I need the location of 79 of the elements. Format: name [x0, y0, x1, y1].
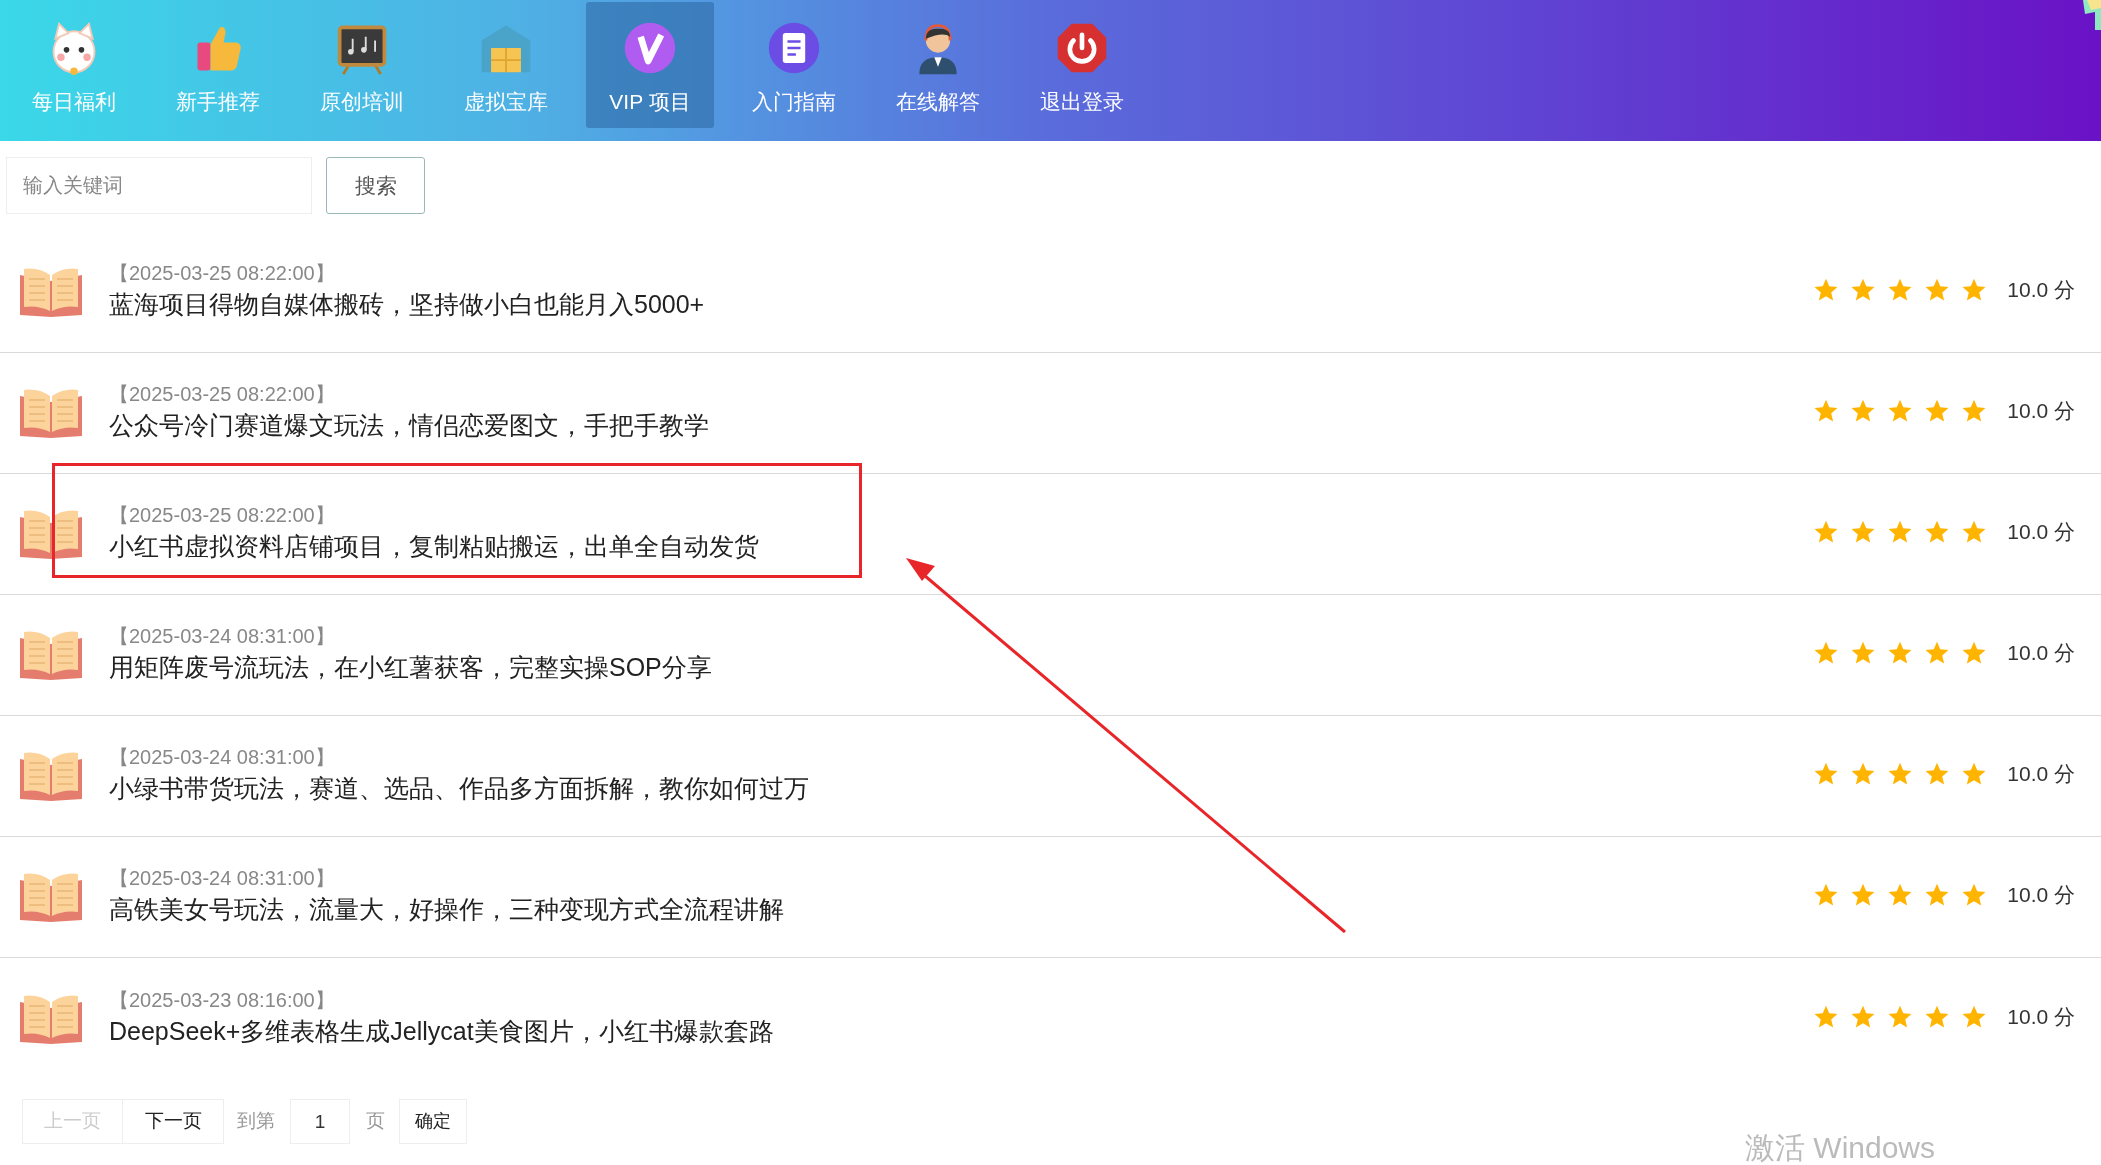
star-icon	[1924, 398, 1951, 424]
article-date: 【2025-03-24 08:31:00】	[109, 624, 336, 649]
article-row[interactable]: 【2025-03-25 08:22:00】 蓝海项目得物自媒体搬砖，坚持做小白也能月入5000+ 10.0 分	[0, 232, 2101, 353]
star-icon	[1813, 277, 1840, 303]
article-date: 【2025-03-23 08:16:00】	[109, 987, 336, 1013]
star-icon	[1924, 882, 1951, 908]
star-icon	[1887, 882, 1914, 908]
article-title[interactable]: 用矩阵废号流玩法，在小红薯获客，完整实操SOP分享	[109, 650, 1814, 684]
star-icon	[1887, 519, 1914, 545]
goto-label: 到第	[237, 1109, 275, 1134]
article-date: 【2025-03-24 08:31:00】	[109, 745, 336, 770]
open-book-icon	[20, 993, 82, 1044]
document-icon	[766, 20, 822, 76]
star-icon	[1813, 761, 1840, 787]
star-icon	[1924, 277, 1951, 303]
rating-score: 10.0 分	[2007, 882, 2075, 909]
search-field[interactable]: 输入关键词	[6, 157, 312, 214]
article-date: 【2025-03-25 08:22:00】	[109, 503, 336, 528]
nav-tab[interactable]: 在线解答	[874, 2, 1002, 128]
star-icon	[1813, 398, 1840, 424]
nav-tab[interactable]: 退出登录	[1018, 2, 1146, 128]
rating-score: 10.0 分	[2007, 640, 2075, 667]
open-book-icon	[20, 267, 82, 317]
star-icon	[1961, 882, 1988, 908]
star-icon	[1887, 277, 1914, 303]
star-icon	[1850, 277, 1877, 303]
star-icon	[1850, 882, 1877, 908]
open-book-icon	[20, 751, 82, 801]
article-title[interactable]: 小绿书带货玩法，赛道、选品、作品多方面拆解，教你如何过万	[109, 771, 1814, 805]
star-icon	[1813, 640, 1840, 666]
star-icon	[1850, 519, 1877, 545]
article-row[interactable]: 【2025-03-23 08:16:00】 DeepSeek+多维表格生成Jellycat美食图片，小红书爆款套路 10.0 分	[0, 958, 2101, 1079]
search-button[interactable]: 搜索	[326, 157, 425, 214]
star-icon	[1850, 640, 1877, 666]
star-icon	[1813, 519, 1840, 545]
next-page-button[interactable]: 下一页	[123, 1099, 224, 1144]
article-date: 【2025-03-25 08:22:00】	[109, 382, 336, 407]
star-icon	[1961, 277, 1988, 303]
star-icon	[1961, 519, 1988, 545]
page-number-field[interactable]: 1	[290, 1099, 350, 1144]
article-row[interactable]: 【2025-03-24 08:31:00】 用矩阵废号流玩法，在小红薯获客，完整实操SOP分享 10.0 分	[0, 595, 2101, 716]
star-icon	[1850, 398, 1877, 424]
article-date: 【2025-03-24 08:31:00】	[109, 866, 336, 891]
rating-score: 10.0 分	[2007, 277, 2075, 304]
confirm-button[interactable]: 确定	[399, 1099, 467, 1144]
star-icon	[1924, 519, 1951, 545]
rating-score: 10.0 分	[2007, 761, 2075, 788]
rating-score: 10.0 分	[2007, 519, 2075, 546]
star-icon	[1924, 761, 1951, 787]
open-book-icon	[20, 872, 82, 922]
article-row[interactable]: 【2025-03-24 08:31:00】 高铁美女号玩法，流量大，好操作，三种变现方式全流程讲解 10.0 分	[0, 837, 2101, 958]
article-title[interactable]: DeepSeek+多维表格生成Jellycat美食图片，小红书爆款套路	[109, 1013, 1814, 1048]
star-icon	[1887, 761, 1914, 787]
v-letter-icon	[622, 20, 678, 76]
open-book-icon	[20, 630, 82, 680]
star-icon	[1924, 640, 1951, 666]
rating-score: 10.0 分	[2007, 1003, 2075, 1030]
article-row[interactable]: 【2025-03-25 08:22:00】 小红书虚拟资料店铺项目，复制粘贴搬运，出单全自动发货 10.0 分	[0, 474, 2101, 595]
article-title[interactable]: 公众号冷门赛道爆文玩法，情侣恋爱图文，手把手教学	[109, 408, 1814, 442]
article-row[interactable]: 【2025-03-25 08:22:00】 公众号冷门赛道爆文玩法，情侣恋爱图文，手把手教学 10.0 分	[0, 353, 2101, 474]
article-title[interactable]: 高铁美女号玩法，流量大，好操作，三种变现方式全流程讲解	[109, 892, 1814, 926]
corner-decoration-icon	[2083, 0, 2101, 30]
article-title[interactable]: 蓝海项目得物自媒体搬砖，坚持做小白也能月入5000+	[109, 287, 1814, 321]
article-row[interactable]: 【2025-03-24 08:31:00】 小绿书带货玩法，赛道、选品、作品多方面拆解，教你如何过万 10.0 分	[0, 716, 2101, 837]
star-icon	[1887, 640, 1914, 666]
rating-score: 10.0 分	[2007, 398, 2075, 425]
star-icon	[1961, 640, 1988, 666]
windows-activation-notice: 激活 Windows	[1745, 1130, 1936, 1165]
star-icon	[1850, 761, 1877, 787]
open-book-icon	[20, 509, 82, 559]
page-unit-label: 页	[366, 1109, 385, 1134]
star-icon	[1961, 761, 1988, 787]
star-icon	[1887, 398, 1914, 424]
star-icon	[1961, 398, 1988, 424]
article-title[interactable]: 小红书虚拟资料店铺项目，复制粘贴搬运，出单全自动发货	[109, 529, 1814, 563]
open-book-icon	[20, 388, 82, 438]
star-icon	[1813, 882, 1840, 908]
nav-tab[interactable]: VIP 项目	[586, 2, 714, 128]
article-date: 【2025-03-25 08:22:00】	[109, 261, 336, 286]
